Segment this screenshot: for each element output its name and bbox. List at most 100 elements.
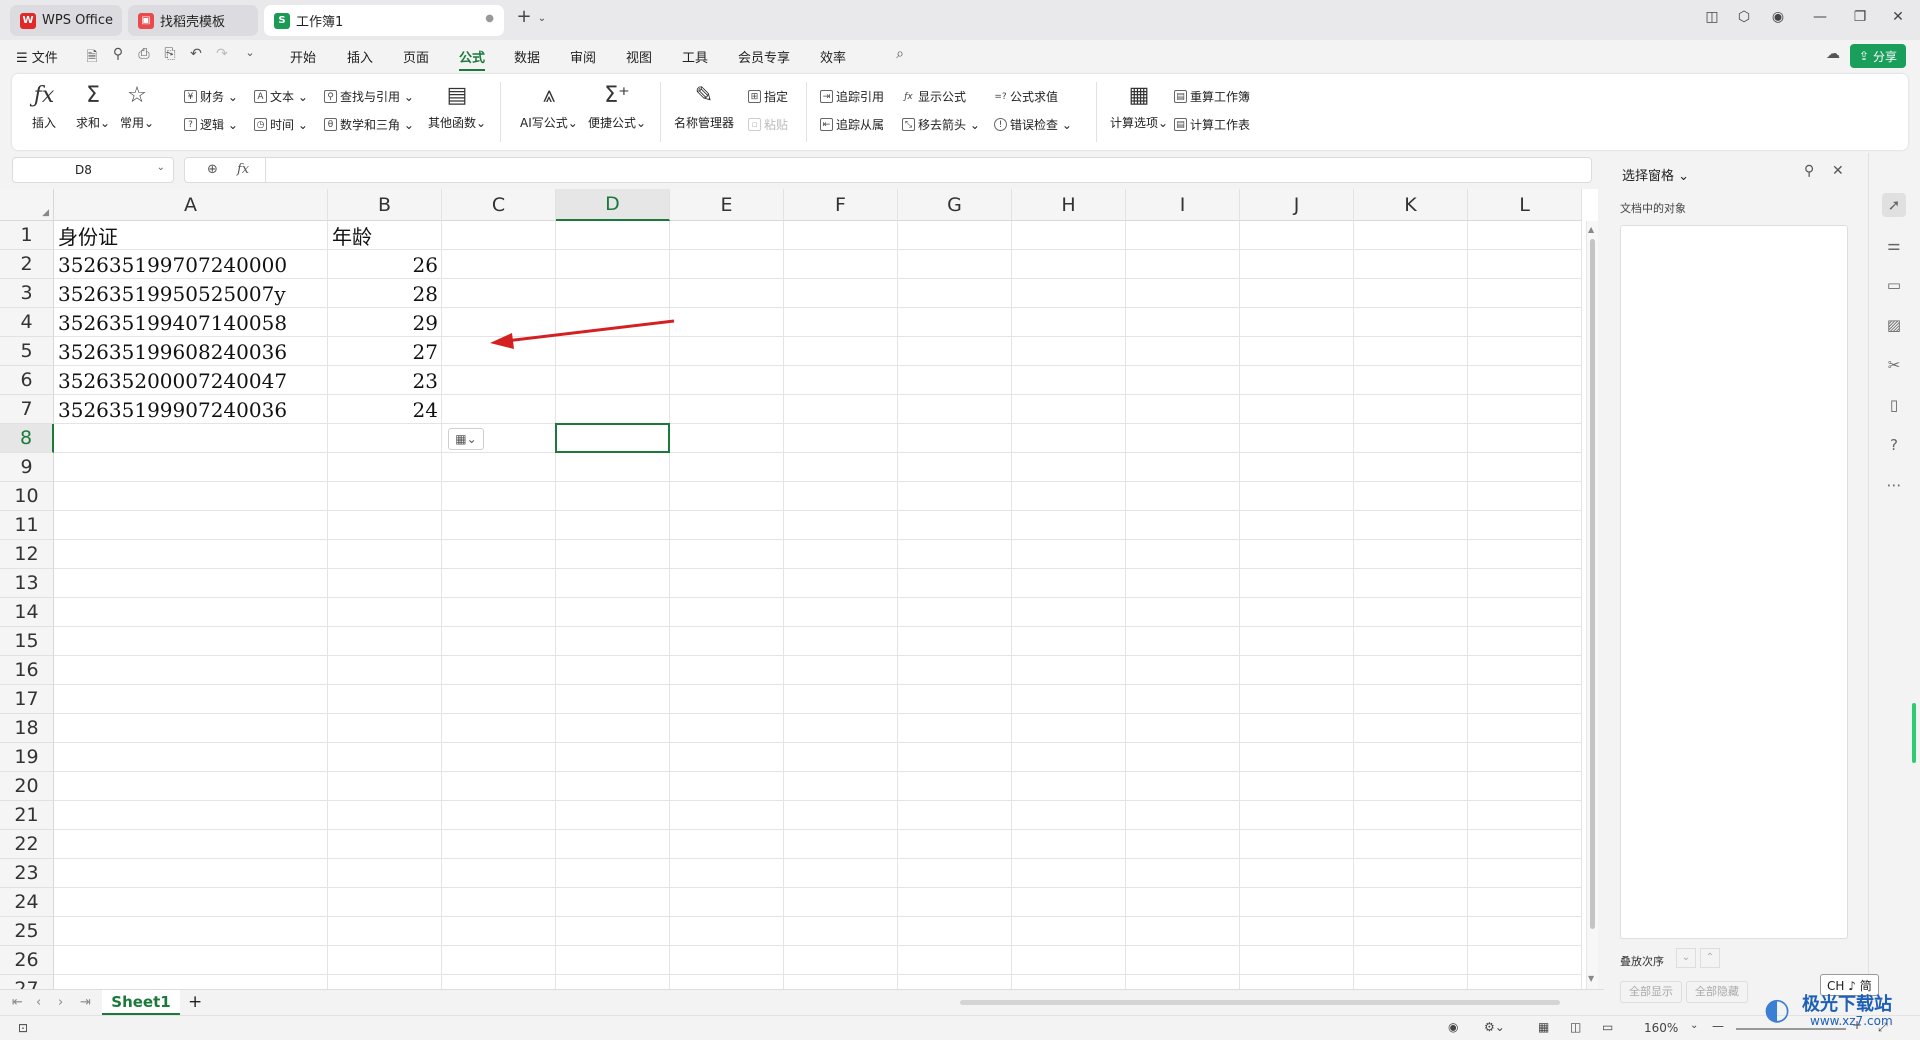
quick-access-chevron-icon[interactable]: ⌄ xyxy=(240,46,260,59)
trace-dependents-button[interactable]: ⇤ 追踪从属 xyxy=(820,116,884,133)
tab-list-chevron-icon[interactable]: ⌄ xyxy=(530,13,554,24)
calc-sheet-button[interactable]: ▤ 计算工作表 xyxy=(1174,116,1250,133)
close-window-icon[interactable]: ✕ xyxy=(1886,9,1910,25)
autosum-button[interactable]: Σ 求和⌄ xyxy=(76,80,110,131)
add-sheet-button[interactable]: + xyxy=(188,992,202,1012)
zoom-formula-icon[interactable]: ⊕ xyxy=(207,162,218,177)
scroll-up-icon[interactable]: ▲ xyxy=(1588,225,1594,234)
tab-templates[interactable]: ▣ 找稻壳模板 xyxy=(128,5,258,36)
menu-page[interactable]: 页面 xyxy=(403,47,429,66)
selection-pane-title[interactable]: 选择窗格 ⌄ xyxy=(1622,165,1689,184)
macro-icon[interactable]: ⊡ xyxy=(18,1021,28,1035)
export-icon[interactable]: ⚲ xyxy=(108,46,128,62)
objects-list[interactable] xyxy=(1620,225,1848,939)
tab-wps-office[interactable]: W WPS Office xyxy=(10,5,122,36)
first-sheet-icon[interactable]: ⇤ xyxy=(12,995,23,1010)
fx-icon[interactable]: fx xyxy=(237,162,249,177)
spreadsheet-grid[interactable]: ◢ ABCDEFGHIJKL 1 2 3 4 5 6 7 8 9 10 11 12 13 14 15 16 17… xyxy=(0,189,1598,989)
select-cursor-icon[interactable]: ➚ xyxy=(1882,193,1906,217)
eye-protection-icon[interactable]: ◉ xyxy=(1448,1020,1458,1034)
menu-member[interactable]: 会员专享 xyxy=(738,47,790,66)
quick-formula-button[interactable]: Σ⁺ 便捷公式⌄ xyxy=(588,80,646,131)
remove-arrows-button[interactable]: ⤡ 移去箭头 ⌄ xyxy=(902,116,980,133)
hide-all-button[interactable]: 全部隐藏 xyxy=(1686,981,1748,1003)
comment-icon[interactable]: ▭ xyxy=(1882,273,1906,297)
more-icon[interactable]: ⋯ xyxy=(1882,473,1906,497)
book-icon[interactable]: ▯ xyxy=(1882,393,1906,417)
pin-icon[interactable]: ⚲ xyxy=(1804,163,1814,179)
math-functions-button[interactable]: θ 数学和三角 ⌄ xyxy=(324,116,414,133)
insert-function-button[interactable]: ƒx 插入 xyxy=(32,80,56,131)
vertical-scroll-thumb[interactable] xyxy=(1590,239,1595,929)
name-box-chevron-icon[interactable]: ⌄ xyxy=(157,162,165,173)
tab-unsaved-dot-icon[interactable]: ● xyxy=(485,13,494,24)
finance-functions-button[interactable]: ¥ 财务 ⌄ xyxy=(184,88,238,105)
cube-icon[interactable]: ⬡ xyxy=(1732,9,1756,25)
save-icon[interactable]: 🗎 xyxy=(82,46,102,70)
ai-formula-button[interactable]: ⩓ AI写公式⌄ xyxy=(520,80,578,131)
time-functions-button[interactable]: ◷ 时间 ⌄ xyxy=(254,116,308,133)
error-check-button[interactable]: ! 错误检查 ⌄ xyxy=(994,116,1072,133)
menu-view[interactable]: 视图 xyxy=(626,47,652,66)
recalc-workbook-button[interactable]: ▤ 重算工作簿 xyxy=(1174,88,1250,105)
trace-precedents-button[interactable]: ⇥ 追踪引用 xyxy=(820,88,884,105)
show-formulas-button[interactable]: ƒx 显示公式 xyxy=(902,88,966,105)
scroll-down-icon[interactable]: ▼ xyxy=(1588,974,1594,983)
prev-sheet-icon[interactable]: ‹ xyxy=(36,995,41,1010)
menu-insert[interactable]: 插入 xyxy=(347,47,373,66)
tab-workbook1[interactable]: S 工作簿1 ● xyxy=(264,5,504,36)
close-pane-icon[interactable]: ✕ xyxy=(1832,163,1844,179)
search-icon[interactable]: ⌕ xyxy=(890,46,910,62)
vertical-scrollbar[interactable]: ▲ ▼ xyxy=(1586,221,1598,989)
menu-tools[interactable]: 工具 xyxy=(682,47,708,66)
logic-functions-button[interactable]: ? 逻辑 ⌄ xyxy=(184,116,238,133)
formula-input[interactable] xyxy=(275,162,1575,180)
sheet-tab-sheet1[interactable]: Sheet1 xyxy=(102,990,180,1015)
share-button[interactable]: ⇪ 分享 xyxy=(1850,44,1906,68)
common-functions-button[interactable]: ☆ 常用⌄ xyxy=(120,80,154,131)
name-manager-button[interactable]: ✎ 名称管理器 xyxy=(674,80,734,131)
paste-name-button[interactable]: ▫ 粘贴 xyxy=(748,116,788,133)
evaluate-formula-button[interactable]: =? 公式求值 xyxy=(994,88,1058,105)
menu-efficiency[interactable]: 效率 xyxy=(820,47,846,66)
move-down-icon[interactable]: ⌄ xyxy=(1676,948,1696,968)
help-icon[interactable]: ? xyxy=(1882,433,1906,457)
restore-icon[interactable]: ❐ xyxy=(1848,9,1872,25)
calc-options-button[interactable]: ▦ 计算选项⌄ xyxy=(1110,80,1168,131)
page-break-icon[interactable]: ▭ xyxy=(1602,1020,1613,1034)
next-sheet-icon[interactable]: › xyxy=(58,995,63,1010)
tools-icon[interactable]: ✂ xyxy=(1882,353,1906,377)
menu-data[interactable]: 数据 xyxy=(514,47,540,66)
zoom-out-icon[interactable]: — xyxy=(1712,1019,1724,1033)
ai-icon: ⩓ xyxy=(542,83,556,108)
minimize-icon[interactable]: — xyxy=(1808,9,1832,25)
specify-button[interactable]: ⊞ 指定 xyxy=(748,88,788,105)
menu-home[interactable]: 开始 xyxy=(290,47,316,66)
user-avatar-icon[interactable]: ◉ xyxy=(1766,9,1790,25)
move-up-icon[interactable]: ⌃ xyxy=(1700,948,1720,968)
menu-review[interactable]: 审阅 xyxy=(570,47,596,66)
file-menu[interactable]: ☰ 文件 xyxy=(16,47,58,66)
name-box[interactable]: D8 ⌄ xyxy=(12,157,174,183)
settings-gear-icon[interactable]: ⚙⌄ xyxy=(1484,1020,1505,1034)
undo-icon[interactable]: ↶ xyxy=(186,46,206,62)
text-functions-button[interactable]: A 文本 ⌄ xyxy=(254,88,308,105)
zoom-chevron-icon[interactable]: ⌄ xyxy=(1690,1020,1698,1031)
show-all-button[interactable]: 全部显示 xyxy=(1620,981,1682,1003)
print-icon[interactable]: ⎙ xyxy=(134,46,154,62)
picture-icon[interactable]: ▨ xyxy=(1882,313,1906,337)
calc-sheet-label: 计算工作表 xyxy=(1190,118,1251,132)
settings-sliders-icon[interactable]: ⚌ xyxy=(1882,233,1906,257)
cloud-icon[interactable]: ☁ xyxy=(1823,46,1843,62)
normal-view-icon[interactable]: ▦ xyxy=(1538,1020,1549,1034)
horizontal-scrollbar[interactable] xyxy=(960,1000,1560,1005)
zoom-level[interactable]: 160% xyxy=(1644,1021,1678,1035)
print-preview-icon[interactable]: ⎘ xyxy=(160,46,180,62)
other-functions-button[interactable]: ▤ 其他函数⌄ xyxy=(428,80,486,131)
page-layout-icon[interactable]: ◫ xyxy=(1570,1020,1581,1034)
lookup-functions-button[interactable]: ⚲ 查找与引用 ⌄ xyxy=(324,88,414,105)
layout-icon[interactable]: ◫ xyxy=(1700,9,1724,25)
last-sheet-icon[interactable]: ⇥ xyxy=(80,995,91,1010)
menu-formulas[interactable]: 公式 xyxy=(459,47,486,71)
redo-icon[interactable]: ↷ xyxy=(212,46,232,62)
